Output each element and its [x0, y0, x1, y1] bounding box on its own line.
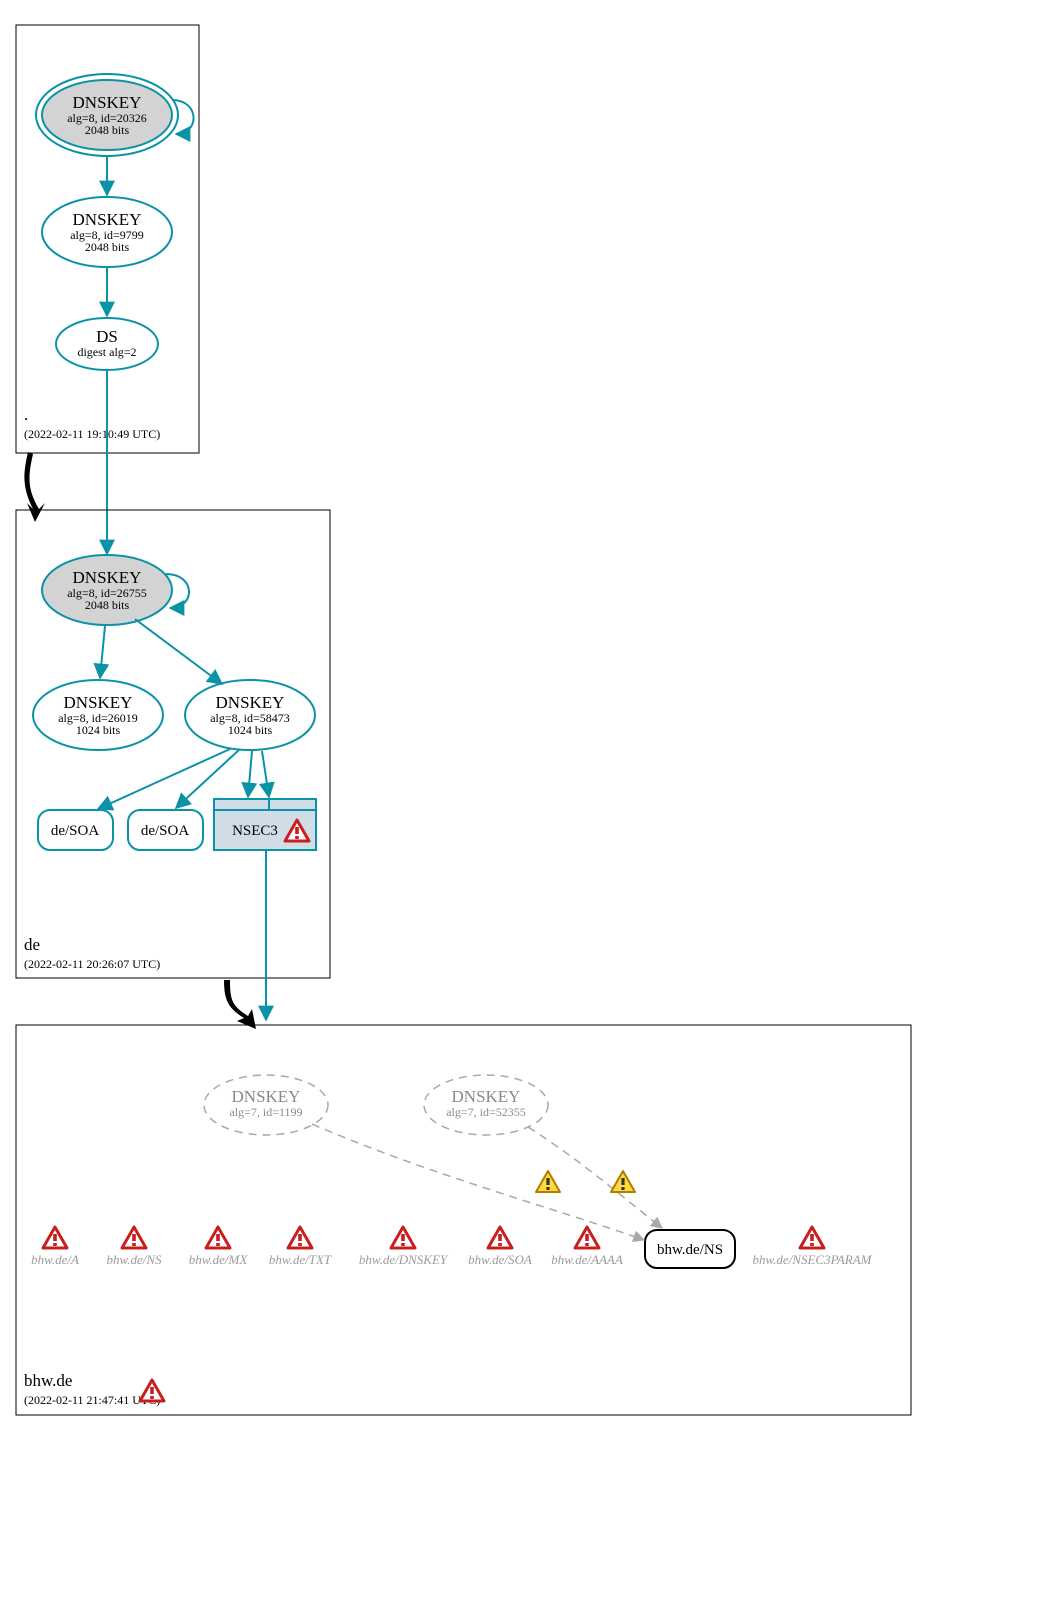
error-triangle-icon [391, 1227, 415, 1248]
svg-text:bhw.de/SOA: bhw.de/SOA [468, 1252, 532, 1267]
svg-text:DNSKEY: DNSKEY [73, 568, 142, 587]
node-de-nsec3: NSEC3 [214, 799, 316, 850]
svg-text:alg=7, id=52355: alg=7, id=52355 [446, 1105, 526, 1119]
error-triangle-icon [488, 1227, 512, 1248]
zone-root: . (2022-02-11 19:10:49 UTC) DNSKEY alg=8… [16, 25, 199, 554]
svg-text:bhw.de/AAAA: bhw.de/AAAA [551, 1252, 623, 1267]
svg-text:DNSKEY: DNSKEY [452, 1087, 521, 1106]
svg-text:bhw.de/NS: bhw.de/NS [106, 1252, 162, 1267]
zone-bhw: bhw.de (2022-02-11 21:47:41 UTC) DNSKEY … [16, 1025, 911, 1415]
node-root-zsk: DNSKEY alg=8, id=9799 2048 bits [42, 197, 172, 267]
svg-text:DNSKEY: DNSKEY [64, 693, 133, 712]
svg-text:2048 bits: 2048 bits [85, 598, 130, 612]
error-triangle-icon [800, 1227, 824, 1248]
svg-text:bhw.de/NSEC3PARAM: bhw.de/NSEC3PARAM [752, 1252, 872, 1267]
svg-text:alg=7, id=1199: alg=7, id=1199 [229, 1105, 302, 1119]
node-de-zsk-a: DNSKEY alg=8, id=26019 1024 bits [33, 680, 163, 750]
zone-de-ts: (2022-02-11 20:26:07 UTC) [24, 957, 160, 971]
error-triangle-icon [122, 1227, 146, 1248]
node-de-soa-b: de/SOA [128, 810, 203, 850]
svg-text:bhw.de/TXT: bhw.de/TXT [269, 1252, 332, 1267]
node-bhw-key-a: DNSKEY alg=7, id=1199 [204, 1075, 328, 1135]
svg-text:bhw.de/NS: bhw.de/NS [657, 1242, 723, 1258]
svg-text:NSEC3: NSEC3 [232, 823, 278, 839]
delegation-arrow-root-de [24, 452, 45, 522]
error-triangle-icon [43, 1227, 67, 1248]
error-triangle-icon [140, 1380, 164, 1401]
svg-text:DNSKEY: DNSKEY [216, 693, 285, 712]
error-triangle-icon [575, 1227, 599, 1248]
error-triangle-icon [206, 1227, 230, 1248]
svg-text:DNSKEY: DNSKEY [73, 93, 142, 112]
svg-text:1024 bits: 1024 bits [76, 723, 121, 737]
node-de-soa-a: de/SOA [38, 810, 113, 850]
warning-triangle-icon [536, 1171, 560, 1192]
warning-triangle-icon [611, 1171, 635, 1192]
node-root-ds: DS digest alg=2 [56, 318, 158, 370]
rr-missing-row: bhw.de/A bhw.de/NS bhw.de/MX bhw.de/TXT … [31, 1227, 873, 1267]
svg-text:2048 bits: 2048 bits [85, 123, 130, 137]
node-bhw-key-b: DNSKEY alg=7, id=52355 [424, 1075, 548, 1135]
svg-text:bhw.de/DNSKEY: bhw.de/DNSKEY [359, 1252, 449, 1267]
node-root-ksk: DNSKEY alg=8, id=20326 2048 bits [36, 74, 194, 156]
node-bhw-ns: bhw.de/NS [645, 1230, 735, 1268]
zone-root-ts: (2022-02-11 19:10:49 UTC) [24, 427, 160, 441]
svg-text:digest alg=2: digest alg=2 [77, 345, 136, 359]
node-de-zsk-b: DNSKEY alg=8, id=58473 1024 bits [185, 680, 315, 750]
svg-text:bhw.de/MX: bhw.de/MX [189, 1252, 249, 1267]
zone-de: de (2022-02-11 20:26:07 UTC) DNSKEY alg=… [16, 510, 330, 1029]
node-de-ksk: DNSKEY alg=8, id=26755 2048 bits [42, 555, 189, 625]
delegation-arrow-de-bhw [224, 980, 256, 1029]
svg-text:DS: DS [96, 327, 118, 346]
svg-text:bhw.de/A: bhw.de/A [31, 1252, 79, 1267]
svg-text:1024 bits: 1024 bits [228, 723, 273, 737]
svg-text:de/SOA: de/SOA [141, 823, 190, 839]
zone-root-label: . [24, 405, 28, 424]
svg-text:de/SOA: de/SOA [51, 823, 100, 839]
zone-bhw-label: bhw.de [24, 1371, 72, 1390]
svg-text:DNSKEY: DNSKEY [232, 1087, 301, 1106]
zone-de-label: de [24, 935, 40, 954]
error-triangle-icon [288, 1227, 312, 1248]
svg-text:2048 bits: 2048 bits [85, 240, 130, 254]
svg-text:DNSKEY: DNSKEY [73, 210, 142, 229]
